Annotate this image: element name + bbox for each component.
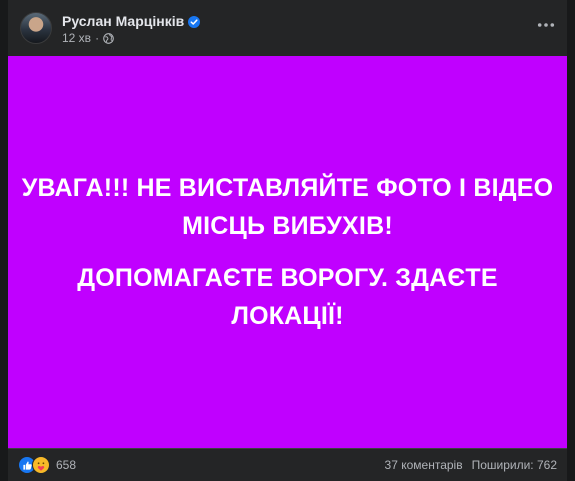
comments-count[interactable]: 37 коментарів (385, 458, 463, 472)
post-meta: 12 хв · (62, 31, 114, 45)
author-name[interactable]: Руслан Марцінків (62, 13, 184, 29)
facebook-post: Руслан Марцінків 12 хв · УВАГА!!! НЕ ВИС… (8, 0, 567, 481)
post-stats: 37 коментарів Поширили: 762 (385, 458, 557, 472)
post-header: Руслан Марцінків 12 хв · (8, 0, 567, 56)
text-line-1: УВАГА!!! НЕ ВИСТАВЛЯЙТЕ ФОТО І ВІДЕО (21, 174, 554, 202)
avatar[interactable] (20, 12, 52, 44)
author-row: Руслан Марцінків (62, 12, 201, 30)
post-footer: 658 37 коментарів Поширили: 762 (8, 448, 567, 481)
reactions-summary[interactable]: 658 (18, 456, 76, 474)
globe-icon[interactable] (103, 32, 114, 44)
shares-count[interactable]: Поширили: 762 (472, 458, 557, 472)
post-content: УВАГА!!! НЕ ВИСТАВЛЯЙТЕ ФОТО І ВІДЕО МІС… (8, 56, 567, 448)
text-line-3: ДОПОМАГАЄТЕ ВОРОГУ. ЗДАЄТЕ (77, 264, 498, 292)
text-line-4: ЛОКАЦІЇ! (231, 302, 344, 330)
separator-dot: · (95, 31, 100, 45)
more-options-icon[interactable] (535, 14, 557, 36)
care-icon (32, 456, 50, 474)
verified-badge-icon (188, 15, 201, 28)
post-time[interactable]: 12 хв (62, 31, 91, 45)
text-line-2: МІСЦЬ ВИБУХІВ! (182, 212, 393, 240)
reaction-count[interactable]: 658 (56, 458, 76, 472)
